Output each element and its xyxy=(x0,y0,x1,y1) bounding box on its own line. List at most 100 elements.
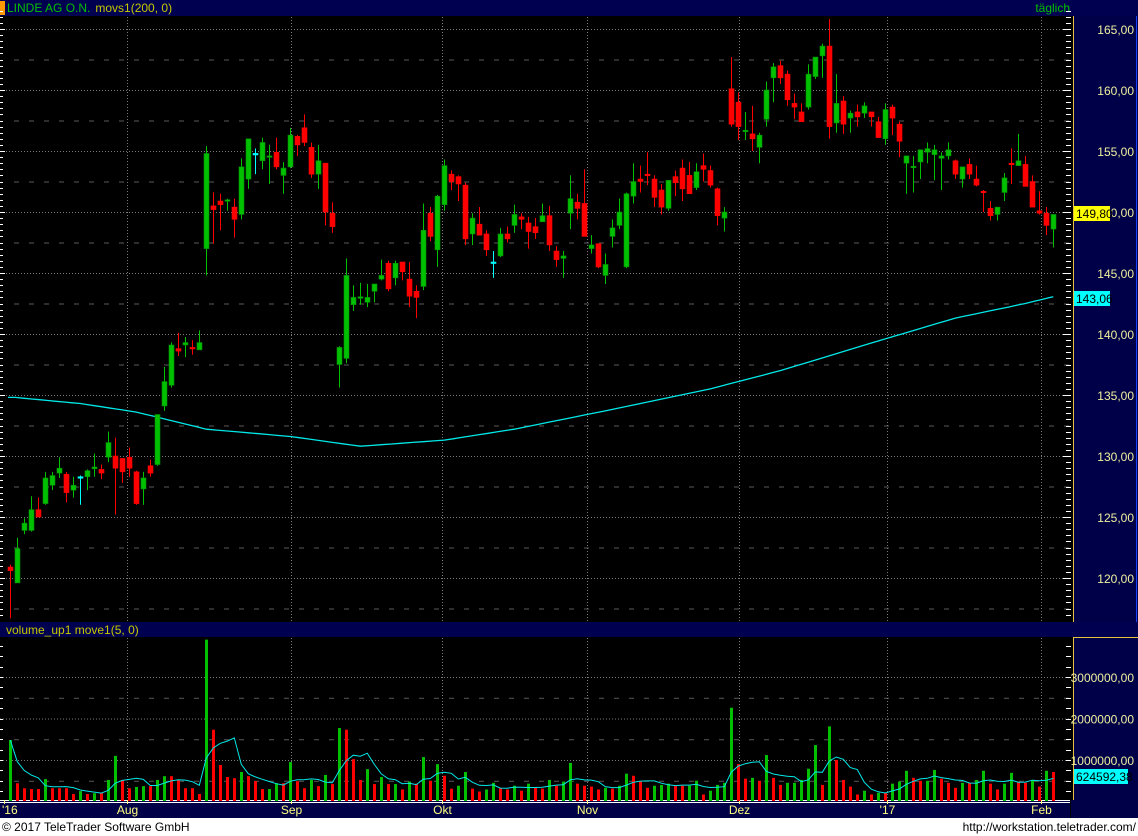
volume-bar xyxy=(1024,782,1027,801)
candle-body xyxy=(455,176,462,185)
candle-body xyxy=(847,112,854,119)
volume-bar xyxy=(114,755,117,801)
volume-bar xyxy=(471,788,474,801)
volume-bar xyxy=(856,794,859,801)
candle-body xyxy=(434,195,441,251)
volume-bar xyxy=(947,782,950,801)
volume-bar xyxy=(996,789,999,801)
candle-body xyxy=(301,127,308,143)
candle-body xyxy=(707,170,714,186)
ma-value: 143,06 xyxy=(1076,292,1113,306)
volume-bar xyxy=(9,740,12,801)
candle-body xyxy=(49,475,56,486)
volume-bar xyxy=(205,639,208,801)
volume-bar xyxy=(961,782,964,801)
candle-body xyxy=(126,456,133,469)
volume-bar xyxy=(709,790,712,801)
candle xyxy=(154,414,161,466)
candle-body xyxy=(245,138,252,180)
candle-body xyxy=(553,250,560,260)
volume-bar xyxy=(310,779,313,801)
volume-bar xyxy=(247,776,250,801)
volume-bar xyxy=(667,783,670,801)
volume-bar xyxy=(478,791,481,801)
instrument-marker[interactable] xyxy=(0,1,5,15)
candle-body xyxy=(735,101,742,127)
volume-bar xyxy=(520,790,523,801)
volume-bar xyxy=(429,780,432,801)
volume-bar xyxy=(58,788,61,801)
candle-body xyxy=(658,189,665,208)
volume-bar xyxy=(30,789,33,801)
volume-bar xyxy=(79,791,82,801)
volume-bar xyxy=(485,789,488,801)
price-axis-label: 120,00 xyxy=(1097,572,1134,586)
candle-body xyxy=(448,173,455,182)
volume-bar xyxy=(254,781,257,801)
candle-body xyxy=(805,73,812,108)
candle-body xyxy=(427,212,434,237)
volume-bar xyxy=(940,778,943,801)
candle-body xyxy=(1043,212,1050,226)
candle-body xyxy=(490,261,497,264)
candle-body xyxy=(224,199,231,202)
volume-indicator-label[interactable]: volume_up1 move1(5, 0) xyxy=(6,623,139,637)
candle xyxy=(462,182,469,245)
candle-body xyxy=(518,216,525,220)
candle-body xyxy=(560,255,567,259)
volume-bar xyxy=(408,781,411,801)
volume-bar xyxy=(905,770,908,801)
candle-body xyxy=(189,347,196,350)
candle xyxy=(595,243,602,269)
volume-bar xyxy=(373,784,376,801)
volume-bar xyxy=(191,788,194,801)
candle-body xyxy=(700,165,707,170)
volume-bar xyxy=(604,787,607,801)
volume-bar xyxy=(793,782,796,801)
candle-body xyxy=(462,184,469,240)
candle-body xyxy=(98,469,105,474)
candle-body xyxy=(672,176,679,184)
volume-bar xyxy=(821,784,824,801)
candle-body xyxy=(875,121,882,138)
candle-body xyxy=(924,148,931,153)
candle xyxy=(882,103,889,145)
volume-bar xyxy=(611,788,614,801)
candle-body xyxy=(119,458,126,473)
candle-body xyxy=(868,111,875,118)
candle-body xyxy=(532,226,539,234)
volume-bar xyxy=(275,783,278,801)
candle-body xyxy=(812,56,819,77)
candle-body xyxy=(854,111,861,118)
volume-bar xyxy=(268,789,271,801)
candle-body xyxy=(7,566,14,571)
volume-bar xyxy=(170,776,173,801)
volume-bar xyxy=(653,785,656,801)
volume-bar xyxy=(583,785,586,801)
volume-bar xyxy=(835,760,838,801)
volume-bar xyxy=(338,728,341,801)
footer-url-link[interactable]: http://workstation.teletrader.com/ xyxy=(963,820,1137,834)
volume-bar xyxy=(541,788,544,801)
volume-bar xyxy=(597,789,600,801)
volume-bar xyxy=(86,794,89,801)
indicator-label[interactable]: movs1(200, 0) xyxy=(95,1,172,15)
candle-body xyxy=(770,66,777,79)
volume-axis-label: 3000000,00 xyxy=(1071,671,1135,685)
volume-bar xyxy=(933,769,936,801)
instrument-title[interactable]: LINDE AG O.N. xyxy=(7,1,90,15)
candle-body xyxy=(42,477,49,504)
candle xyxy=(665,179,672,211)
volume-axis-label: 1000000,00 xyxy=(1071,754,1135,768)
volume-bar xyxy=(156,779,159,801)
candle-body xyxy=(588,244,595,249)
volume-bar xyxy=(331,784,334,801)
candle-body xyxy=(539,215,546,223)
price-axis-panel[interactable] xyxy=(1073,16,1138,622)
candle-body xyxy=(665,179,672,209)
volume-bar xyxy=(954,787,957,801)
period-label[interactable]: täglich xyxy=(1035,1,1070,15)
candle-body xyxy=(308,147,315,175)
date-label: '16 xyxy=(2,803,18,817)
candle-body xyxy=(581,203,588,237)
